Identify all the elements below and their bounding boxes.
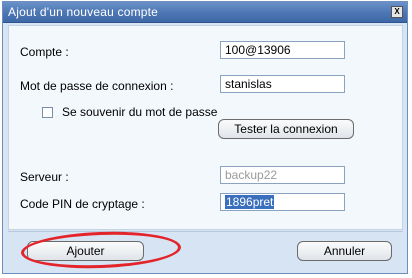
remember-password-label: Se souvenir du mot de passe — [62, 105, 218, 119]
dialog-title: Ajout d'un nouveau compte — [8, 5, 159, 19]
password-input[interactable]: stanislas — [220, 75, 345, 93]
add-button[interactable]: Ajouter — [27, 241, 144, 261]
server-label: Serveur : — [20, 170, 69, 184]
dialog-window: Ajout d'un nouveau compte X Compte : 100… — [2, 1, 408, 274]
close-icon[interactable]: X — [391, 6, 403, 18]
form-panel: Compte : 100@13906 Mot de passe de conne… — [8, 25, 403, 230]
title-bar: Ajout d'un nouveau compte X — [3, 2, 407, 23]
account-input[interactable]: 100@13906 — [220, 41, 345, 59]
add-account-dialog: Ajout d'un nouveau compte X Compte : 100… — [0, 0, 412, 278]
pin-input[interactable]: 1896pret — [220, 193, 345, 211]
footer-divider — [8, 231, 403, 232]
pin-label: Code PIN de cryptage : — [20, 197, 145, 211]
pin-selected-text: 1896pret — [225, 195, 275, 209]
test-connection-button[interactable]: Tester la connexion — [218, 119, 354, 139]
password-label: Mot de passe de connexion : — [20, 79, 174, 93]
server-input: backup22 — [220, 166, 345, 184]
remember-password-checkbox[interactable] — [42, 107, 53, 118]
cancel-button[interactable]: Annuler — [297, 241, 392, 261]
account-label: Compte : — [20, 45, 69, 59]
